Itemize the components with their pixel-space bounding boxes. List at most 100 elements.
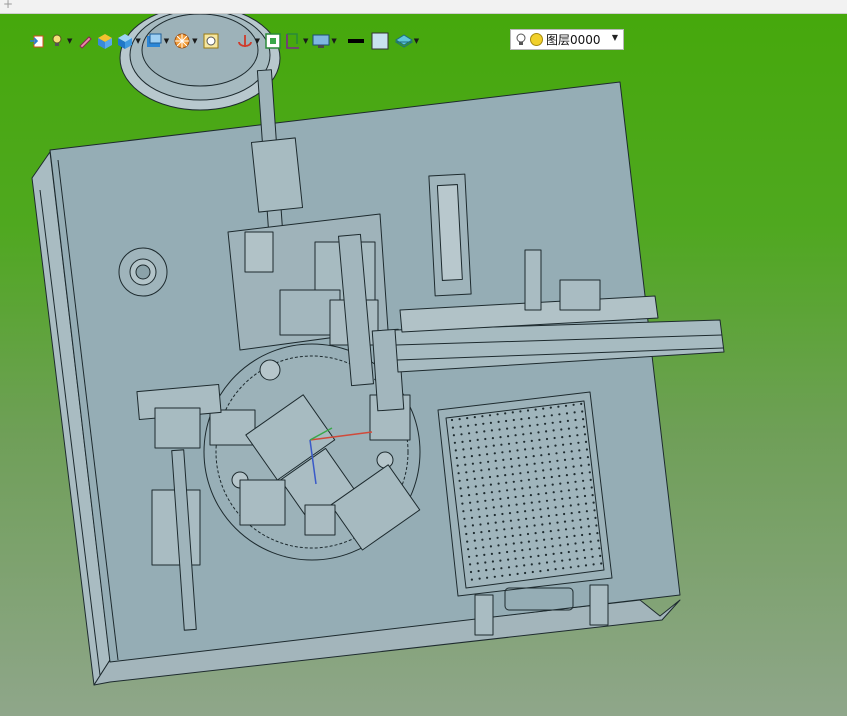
toolbar-rotate[interactable]: ▼ [236, 30, 262, 52]
tray-hole [550, 475, 553, 479]
toolbar-light[interactable]: ▼ [48, 30, 74, 52]
3d-viewport[interactable]: ▼ ▼ ▼ ▼ ▼ ▼ ▼ ▼ 图层0000 ▼ [0, 14, 847, 716]
toolbar-view-cube[interactable] [96, 30, 114, 52]
toolbar-pen[interactable] [76, 30, 94, 52]
tray-hole [497, 420, 500, 423]
tray-hole [466, 417, 469, 420]
section-view-icon[interactable] [173, 32, 191, 50]
chevron-down-icon[interactable]: ▼ [135, 37, 140, 45]
tray-hole [552, 491, 555, 494]
tray-hole [493, 575, 496, 578]
toolbar-shaded[interactable]: ▼ [116, 30, 142, 52]
toolbar-import[interactable] [28, 30, 46, 52]
import-icon[interactable] [28, 32, 46, 50]
tray-hole [571, 519, 574, 522]
plus-icon[interactable]: + [3, 0, 13, 11]
toolbar-line-color[interactable] [347, 30, 365, 52]
tray-hole [574, 480, 577, 483]
tray-hole [510, 465, 513, 468]
tray-hole [545, 430, 548, 433]
tray-hole [521, 425, 524, 428]
tray-hole [526, 409, 530, 412]
tray-hole [555, 452, 558, 455]
tray-hole [475, 431, 478, 434]
chevron-down-icon[interactable]: ▼ [303, 37, 308, 45]
tray-hole [507, 442, 511, 445]
light-bulb-icon[interactable] [48, 32, 66, 50]
tray-hole [573, 473, 576, 476]
toolbar-display-mode[interactable]: ▼ [145, 30, 171, 52]
tray-hole [462, 448, 465, 451]
monitor-icon[interactable] [312, 32, 330, 50]
tray-hole [570, 511, 573, 515]
tray-hole [478, 577, 481, 580]
chevron-down-icon[interactable]: ▼ [255, 37, 260, 45]
chevron-down-icon[interactable]: ▼ [414, 37, 419, 45]
tray-hole [505, 543, 508, 546]
tray-hole [463, 456, 466, 459]
layer-stack-icon[interactable] [394, 32, 413, 50]
pen-icon[interactable] [76, 32, 94, 50]
fill-color-icon[interactable] [371, 32, 389, 50]
tray-hole [502, 520, 505, 523]
toolbar-fit[interactable] [264, 30, 282, 52]
tray-hole [479, 523, 482, 526]
tray-hole [466, 540, 469, 543]
tray-hole [572, 403, 575, 406]
tray-hole [522, 494, 525, 498]
tray-hole [522, 556, 525, 559]
tray-hole [539, 570, 542, 573]
tray-hole [584, 502, 588, 505]
tray-hole [581, 472, 584, 475]
layer-select[interactable]: 图层0000 ▼ [510, 29, 624, 50]
tray-hole [561, 436, 564, 439]
tray-hole [495, 467, 498, 470]
tray-hole [509, 519, 512, 522]
tray-hole [561, 497, 564, 500]
tray-hole [477, 569, 480, 573]
zoom-box-icon[interactable] [202, 32, 220, 50]
chevron-down-icon[interactable]: ▼ [612, 33, 618, 42]
tray-hole [468, 494, 471, 497]
tray-hole [543, 476, 546, 479]
tray-hole [481, 538, 484, 541]
chevron-down-icon[interactable]: ▼ [164, 37, 169, 45]
display-mode-icon[interactable] [145, 32, 163, 50]
toolbar-monitor[interactable]: ▼ [312, 30, 338, 52]
toolbar-layer-stack[interactable]: ▼ [394, 30, 421, 52]
fit-screen-icon[interactable] [264, 32, 282, 50]
tray-hole [517, 518, 520, 521]
tray-hole [493, 513, 496, 517]
tray-hole [559, 420, 562, 423]
tray-hole [513, 550, 516, 553]
toolbar-section[interactable]: ▼ [173, 30, 199, 52]
tray-hole [575, 488, 578, 491]
tray-hole [584, 440, 588, 443]
view-cube-icon[interactable] [96, 32, 114, 50]
tray-hole [570, 450, 573, 453]
tray-hole [465, 532, 468, 536]
cad-model-view[interactable] [0, 14, 847, 716]
chevron-down-icon[interactable]: ▼ [331, 37, 336, 45]
rotate-axis-icon[interactable] [236, 32, 254, 50]
tray-hole [477, 508, 480, 511]
tray-hole [542, 531, 545, 534]
tray-hole [521, 549, 524, 552]
tray-hole [541, 523, 544, 526]
tray-hole [599, 554, 602, 558]
chevron-down-icon[interactable]: ▼ [67, 37, 72, 45]
tray-hole [542, 469, 545, 472]
line-color-icon[interactable] [347, 32, 365, 50]
tray-hole [583, 433, 587, 436]
chevron-down-icon[interactable]: ▼ [192, 37, 197, 45]
tray-hole [544, 422, 547, 425]
toolbar-zoom-box[interactable] [202, 30, 220, 52]
toolbar-fill-color[interactable] [371, 30, 389, 52]
tray-hole [594, 516, 597, 520]
view-orientation-icon[interactable] [284, 32, 302, 50]
tray-hole [491, 437, 494, 440]
toolbar-orientation[interactable]: ▼ [284, 30, 310, 52]
tray-hole [585, 448, 589, 451]
tray-hole [487, 522, 490, 525]
shaded-cube-icon[interactable] [116, 32, 134, 50]
